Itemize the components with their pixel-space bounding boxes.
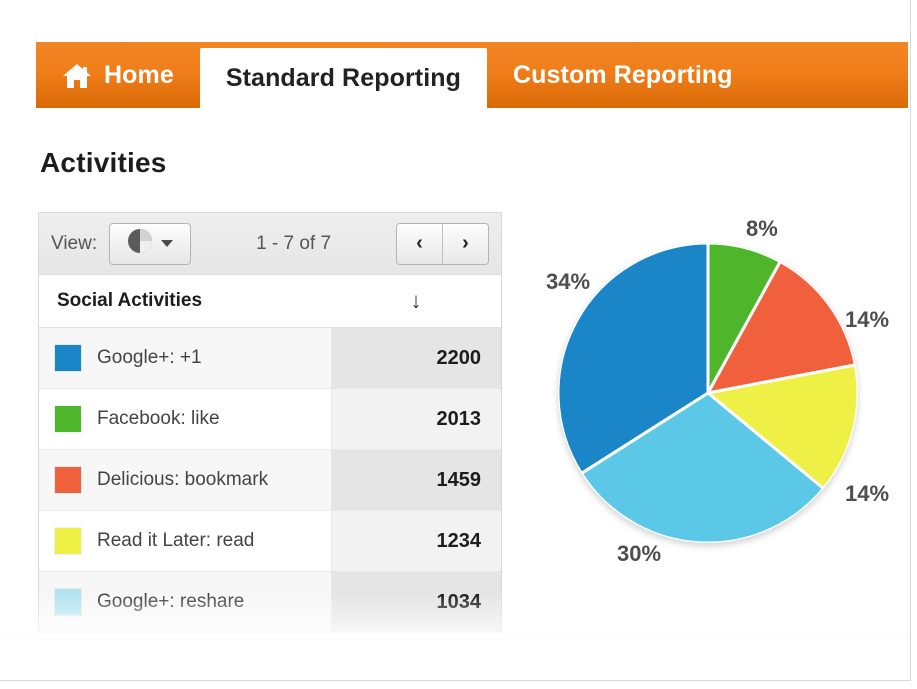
row-label-cell: Delicious: bookmark bbox=[39, 467, 331, 493]
tab-home[interactable]: Home bbox=[36, 42, 200, 108]
row-label: Google+: +1 bbox=[97, 347, 202, 368]
tab-standard-reporting[interactable]: Standard Reporting bbox=[199, 48, 487, 108]
chevron-down-icon bbox=[161, 240, 174, 247]
table-row[interactable]: Facebook: like 2013 bbox=[39, 389, 501, 450]
pager-range-label: 1 - 7 of 7 bbox=[256, 232, 332, 254]
primary-tab-bar: Home Standard Reporting Custom Reporting bbox=[36, 42, 908, 108]
color-swatch-icon bbox=[55, 406, 81, 432]
footer-band bbox=[0, 639, 910, 680]
row-label-cell: Facebook: like bbox=[39, 406, 331, 432]
pie-chart-graphic[interactable] bbox=[558, 243, 858, 543]
tab-custom-reporting-label: Custom Reporting bbox=[513, 60, 733, 89]
color-swatch-icon bbox=[55, 528, 81, 554]
row-value: 1459 bbox=[331, 450, 501, 510]
sort-descending-icon[interactable]: ↓ bbox=[331, 288, 501, 314]
table-header: Social Activities ↓ bbox=[39, 275, 501, 328]
row-value: 1034 bbox=[331, 572, 501, 632]
pie-slice-label: 34% bbox=[546, 269, 591, 294]
row-label-cell: Read it Later: read bbox=[39, 528, 331, 554]
pie-slices bbox=[558, 243, 858, 543]
page-title: Activities bbox=[40, 147, 167, 178]
tab-home-label: Home bbox=[104, 60, 174, 89]
prev-page-button[interactable]: ‹ bbox=[397, 223, 442, 264]
pie-slice-label: 30% bbox=[617, 541, 662, 566]
row-value: 2013 bbox=[331, 389, 501, 449]
row-value: 1234 bbox=[331, 511, 501, 571]
row-label-cell: Google+: reshare bbox=[39, 589, 331, 615]
home-icon bbox=[62, 63, 92, 89]
next-page-button[interactable]: › bbox=[442, 223, 488, 264]
row-label: Google+: reshare bbox=[97, 591, 245, 612]
color-swatch-icon bbox=[55, 589, 81, 615]
column-header-social-activities[interactable]: Social Activities bbox=[39, 290, 331, 312]
table-toolbar: View: 1 - 7 of 7 ‹ › bbox=[39, 213, 501, 275]
pie-slice-label: 14% bbox=[845, 481, 890, 506]
row-label-cell: Google+: +1 bbox=[39, 345, 331, 371]
tab-standard-reporting-label: Standard Reporting bbox=[225, 63, 461, 92]
table-row[interactable]: Google+: +1 2200 bbox=[39, 328, 501, 389]
activities-panel: View: 1 - 7 of 7 ‹ › Social Activities ↓… bbox=[38, 212, 502, 633]
row-label: Facebook: like bbox=[97, 408, 220, 429]
table-row[interactable]: Read it Later: read 1234 bbox=[39, 511, 501, 572]
activities-pie-chart: 8% 14% 14% 30% 34% bbox=[520, 205, 910, 595]
pie-slice-label: 14% bbox=[845, 307, 890, 332]
tab-custom-reporting[interactable]: Custom Reporting bbox=[487, 42, 759, 108]
view-type-dropdown[interactable] bbox=[109, 222, 192, 265]
pie-chart-icon bbox=[127, 228, 153, 259]
pager-controls: ‹ › bbox=[396, 222, 489, 265]
row-label: Delicious: bookmark bbox=[97, 469, 269, 490]
app-page: Home Standard Reporting Custom Reporting… bbox=[0, 0, 911, 681]
color-swatch-icon bbox=[55, 467, 81, 493]
table-row[interactable]: Google+: reshare 1034 bbox=[39, 572, 501, 633]
row-label: Read it Later: read bbox=[97, 530, 255, 551]
table-row[interactable]: Delicious: bookmark 1459 bbox=[39, 450, 501, 511]
row-value: 2200 bbox=[331, 328, 501, 388]
pie-slice-label: 8% bbox=[746, 216, 778, 241]
color-swatch-icon bbox=[55, 345, 81, 371]
view-label: View: bbox=[51, 232, 98, 254]
